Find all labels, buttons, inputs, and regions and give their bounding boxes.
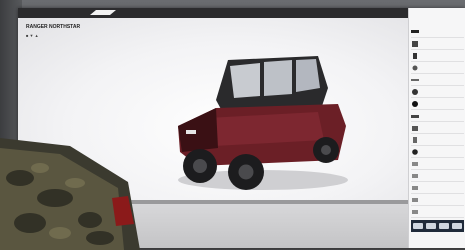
option-row[interactable]: [411, 158, 464, 170]
panel-button-3[interactable]: [439, 223, 450, 229]
accessory-icon: [412, 173, 418, 178]
option-row[interactable]: [411, 38, 464, 50]
option-row[interactable]: [411, 98, 464, 110]
option-row[interactable]: [411, 110, 464, 122]
vehicle-render[interactable]: [168, 48, 358, 193]
panel-button-bar: [411, 220, 464, 232]
option-list: [411, 26, 464, 218]
roof-icon: [411, 29, 419, 33]
option-row[interactable]: [411, 134, 464, 146]
bumper-icon: [411, 114, 419, 118]
option-row[interactable]: [411, 206, 464, 218]
top-bar: [18, 8, 465, 18]
seat-icon: [413, 136, 417, 143]
door-icon: [413, 52, 417, 59]
option-row[interactable]: [411, 74, 464, 86]
panel-button-1[interactable]: [412, 223, 423, 229]
option-row[interactable]: [411, 194, 464, 206]
option-row[interactable]: [411, 62, 464, 74]
winch-icon: [412, 88, 418, 95]
storage-icon: [412, 125, 418, 131]
panel-button-2[interactable]: [425, 223, 436, 229]
accessory-icon: [412, 161, 418, 166]
option-row[interactable]: [411, 146, 464, 158]
option-row[interactable]: [411, 50, 464, 62]
model-subtitle: ■ ▼ ▲: [26, 33, 39, 38]
panel-button-4[interactable]: [452, 223, 463, 229]
mirror-icon: [412, 65, 418, 70]
option-row[interactable]: [411, 122, 464, 134]
accessory-icon: [412, 185, 418, 190]
light-icon: [411, 78, 419, 81]
model-title: RANGER NORTHSTAR: [26, 24, 81, 30]
option-row[interactable]: [411, 182, 464, 194]
options-panel: [408, 8, 465, 248]
foreground-truck: [0, 138, 140, 250]
tire-icon: [412, 148, 418, 155]
accessory-icon: [412, 197, 418, 202]
cab-icon: [412, 40, 418, 47]
brand-logo-icon: [90, 10, 116, 15]
accessory-icon: [412, 209, 418, 214]
option-row[interactable]: [411, 26, 464, 38]
option-row[interactable]: [411, 170, 464, 182]
wheel-icon: [412, 100, 418, 107]
option-row[interactable]: [411, 86, 464, 98]
